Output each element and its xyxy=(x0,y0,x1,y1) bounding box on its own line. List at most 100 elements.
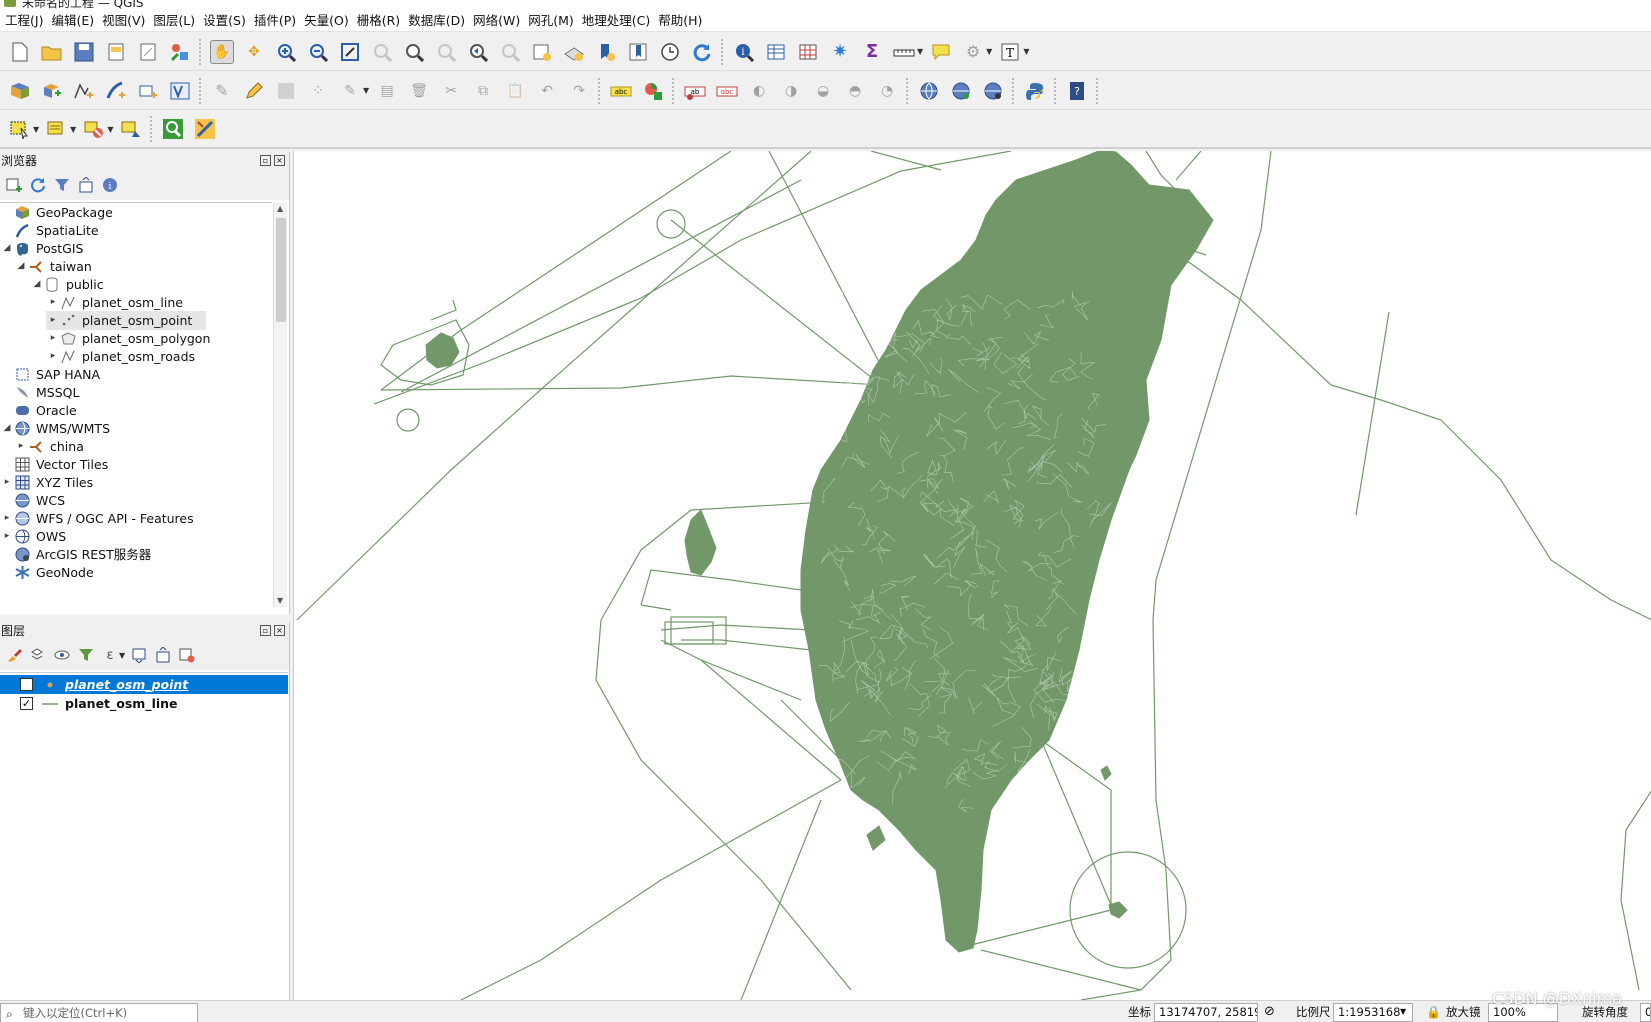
tree-item-wms-wmts[interactable]: ◢ WMS/WMTS xyxy=(0,419,110,438)
collapse-all-layers-icon[interactable] xyxy=(153,645,173,665)
toolbar-grip[interactable] xyxy=(199,77,203,104)
menu-settings[interactable]: 设置(S) xyxy=(202,10,253,32)
expand-arrow-icon[interactable]: ▸ xyxy=(0,509,14,528)
tree-item-postgis[interactable]: ◢ PostGIS xyxy=(0,239,83,258)
zoom-full-icon[interactable] xyxy=(338,40,362,64)
map-tips-icon[interactable] xyxy=(929,40,953,64)
expand-arrow-icon[interactable]: ▸ xyxy=(0,473,14,492)
text-annotation-icon[interactable]: T xyxy=(998,40,1022,64)
select-dropdown-icon[interactable]: ▼ xyxy=(33,125,39,134)
pin-labels-icon[interactable]: ab xyxy=(683,79,707,103)
tree-item-planet-osm-line[interactable]: ▸ planet_osm_line xyxy=(46,293,183,312)
tree-item-oracle[interactable]: Oracle xyxy=(0,401,77,420)
collapse-arrow-icon[interactable]: ◢ xyxy=(30,275,44,294)
toolbar-grip[interactable] xyxy=(150,116,154,142)
style-manager-icon[interactable] xyxy=(168,40,192,64)
new-spatialite-layer-icon[interactable] xyxy=(104,79,128,103)
tree-item-mssql[interactable]: MSSQL xyxy=(0,383,79,402)
scroll-down-icon[interactable]: ▼ xyxy=(277,596,283,605)
expand-arrow-icon[interactable]: ▸ xyxy=(46,293,60,312)
move-label-icon[interactable]: ◐ xyxy=(747,79,771,103)
toggle-extents-icon[interactable]: ⊘ xyxy=(1264,1001,1275,1022)
new-virtual-layer-icon[interactable] xyxy=(136,79,160,103)
tree-item-planet-osm-polygon[interactable]: ▸ planet_osm_polygon xyxy=(46,329,211,348)
tree-item-public-schema[interactable]: ◢ public xyxy=(30,275,104,294)
menu-processing[interactable]: 地理处理(C) xyxy=(581,10,657,32)
rotate-label-icon[interactable]: ◒ xyxy=(811,79,835,103)
pan-to-selection-icon[interactable]: ✥ xyxy=(242,40,266,64)
locate-tool-icon[interactable] xyxy=(161,117,185,141)
toolbar-grip[interactable] xyxy=(1096,77,1100,104)
filter-expression-dropdown-icon[interactable]: ▼ xyxy=(119,651,125,660)
expand-arrow-icon[interactable]: ▸ xyxy=(0,527,14,546)
add-group-icon[interactable] xyxy=(28,645,48,665)
new-shapefile-layer-icon[interactable] xyxy=(72,79,96,103)
temporal-controller-icon[interactable] xyxy=(658,40,682,64)
manage-map-themes-icon[interactable] xyxy=(52,645,72,665)
label-tool-icon[interactable]: abc xyxy=(609,79,633,103)
close-panel-icon[interactable]: × xyxy=(274,625,285,636)
filter-browser-icon[interactable] xyxy=(52,175,72,195)
float-panel-icon[interactable]: ▫ xyxy=(260,155,271,166)
tree-item-wcs[interactable]: WCS xyxy=(0,491,65,510)
menu-vector[interactable]: 矢量(O) xyxy=(303,10,356,32)
show-hide-labels-icon[interactable]: ◑ xyxy=(779,79,803,103)
tree-item-planet-osm-point[interactable]: ▸ planet_osm_point xyxy=(46,311,206,330)
new-print-layout-icon[interactable] xyxy=(104,40,128,64)
data-source-manager-icon[interactable] xyxy=(8,79,32,103)
save-project-icon[interactable] xyxy=(72,40,96,64)
deselect-dropdown-icon[interactable]: ▼ xyxy=(107,125,113,134)
select-by-value-dropdown-icon[interactable]: ▼ xyxy=(70,125,76,134)
new-project-icon[interactable] xyxy=(8,40,32,64)
close-panel-icon[interactable]: × xyxy=(274,155,285,166)
change-label-icon[interactable]: ◓ xyxy=(843,79,867,103)
add-wfs-layer-icon[interactable] xyxy=(981,79,1005,103)
tree-item-geonode[interactable]: GeoNode xyxy=(0,563,94,582)
select-features-icon[interactable] xyxy=(8,117,32,141)
toolbar-grip[interactable] xyxy=(1012,77,1016,104)
show-bookmarks-icon[interactable] xyxy=(626,40,650,64)
scale-dropdown-icon[interactable]: ▼ xyxy=(1400,1001,1406,1022)
pan-map-icon[interactable]: ✋ xyxy=(210,39,234,64)
menu-mesh[interactable]: 网孔(M) xyxy=(527,10,581,32)
expand-all-icon[interactable] xyxy=(129,645,149,665)
remove-layer-icon[interactable] xyxy=(177,645,197,665)
vertex-dropdown-icon[interactable]: ▼ xyxy=(363,86,369,95)
refresh-icon[interactable] xyxy=(690,40,714,64)
coordinate-field[interactable]: 13174707, 2581942 xyxy=(1154,1003,1258,1022)
locator-search-input[interactable]: ⌕ 键入以定位(Ctrl+K) xyxy=(0,1003,198,1022)
toolbox-gear-icon[interactable]: ✷ xyxy=(828,40,852,64)
new-temporary-layer-icon[interactable] xyxy=(168,79,192,103)
field-calculator-icon[interactable] xyxy=(193,117,217,141)
measure-dropdown-icon[interactable]: ▼ xyxy=(917,47,923,56)
cut-features-icon[interactable]: ✂ xyxy=(439,79,463,103)
deselect-all-icon[interactable] xyxy=(82,117,106,141)
add-wcs-layer-icon[interactable] xyxy=(949,79,973,103)
new-map-view-icon[interactable] xyxy=(530,40,554,64)
toolbar-grip[interactable] xyxy=(906,77,910,104)
statistical-summary-icon[interactable]: Σ xyxy=(860,40,884,64)
layout-manager-icon[interactable] xyxy=(136,40,160,64)
tree-item-planet-osm-roads[interactable]: ▸ planet_osm_roads xyxy=(46,347,195,366)
highlight-pinned-labels-icon[interactable]: abc xyxy=(715,79,739,103)
new-geopackage-layer-icon[interactable] xyxy=(40,79,64,103)
tree-item-sap-hana[interactable]: SAP HANA xyxy=(0,365,100,384)
zoom-to-layer-icon[interactable] xyxy=(402,40,426,64)
menu-raster[interactable]: 栅格(R) xyxy=(356,10,407,32)
zoom-to-selection-icon[interactable] xyxy=(370,40,394,64)
tree-item-spatialite[interactable]: SpatiaLite xyxy=(0,221,99,240)
vertex-tool-icon[interactable]: ✎ xyxy=(338,79,362,103)
menu-edit[interactable]: 编辑(E) xyxy=(50,10,101,32)
tree-item-ows[interactable]: ▸ OWS xyxy=(0,527,66,546)
paste-features-icon[interactable]: 📋 xyxy=(503,79,527,103)
measure-icon[interactable] xyxy=(892,40,916,64)
open-attribute-table-icon[interactable] xyxy=(764,40,788,64)
annotation-tools-icon[interactable]: ⚙ xyxy=(961,40,985,64)
add-feature-icon[interactable]: ⁘ xyxy=(306,79,330,103)
tree-item-geopackage[interactable]: GeoPackage xyxy=(0,203,113,222)
undo-icon[interactable]: ↶ xyxy=(535,79,559,103)
scroll-up-icon[interactable]: ▲ xyxy=(277,204,283,213)
tree-item-taiwan-connection[interactable]: ◢ taiwan xyxy=(14,257,92,276)
redo-icon[interactable]: ↷ xyxy=(567,79,591,103)
scroll-thumb[interactable] xyxy=(276,218,286,322)
